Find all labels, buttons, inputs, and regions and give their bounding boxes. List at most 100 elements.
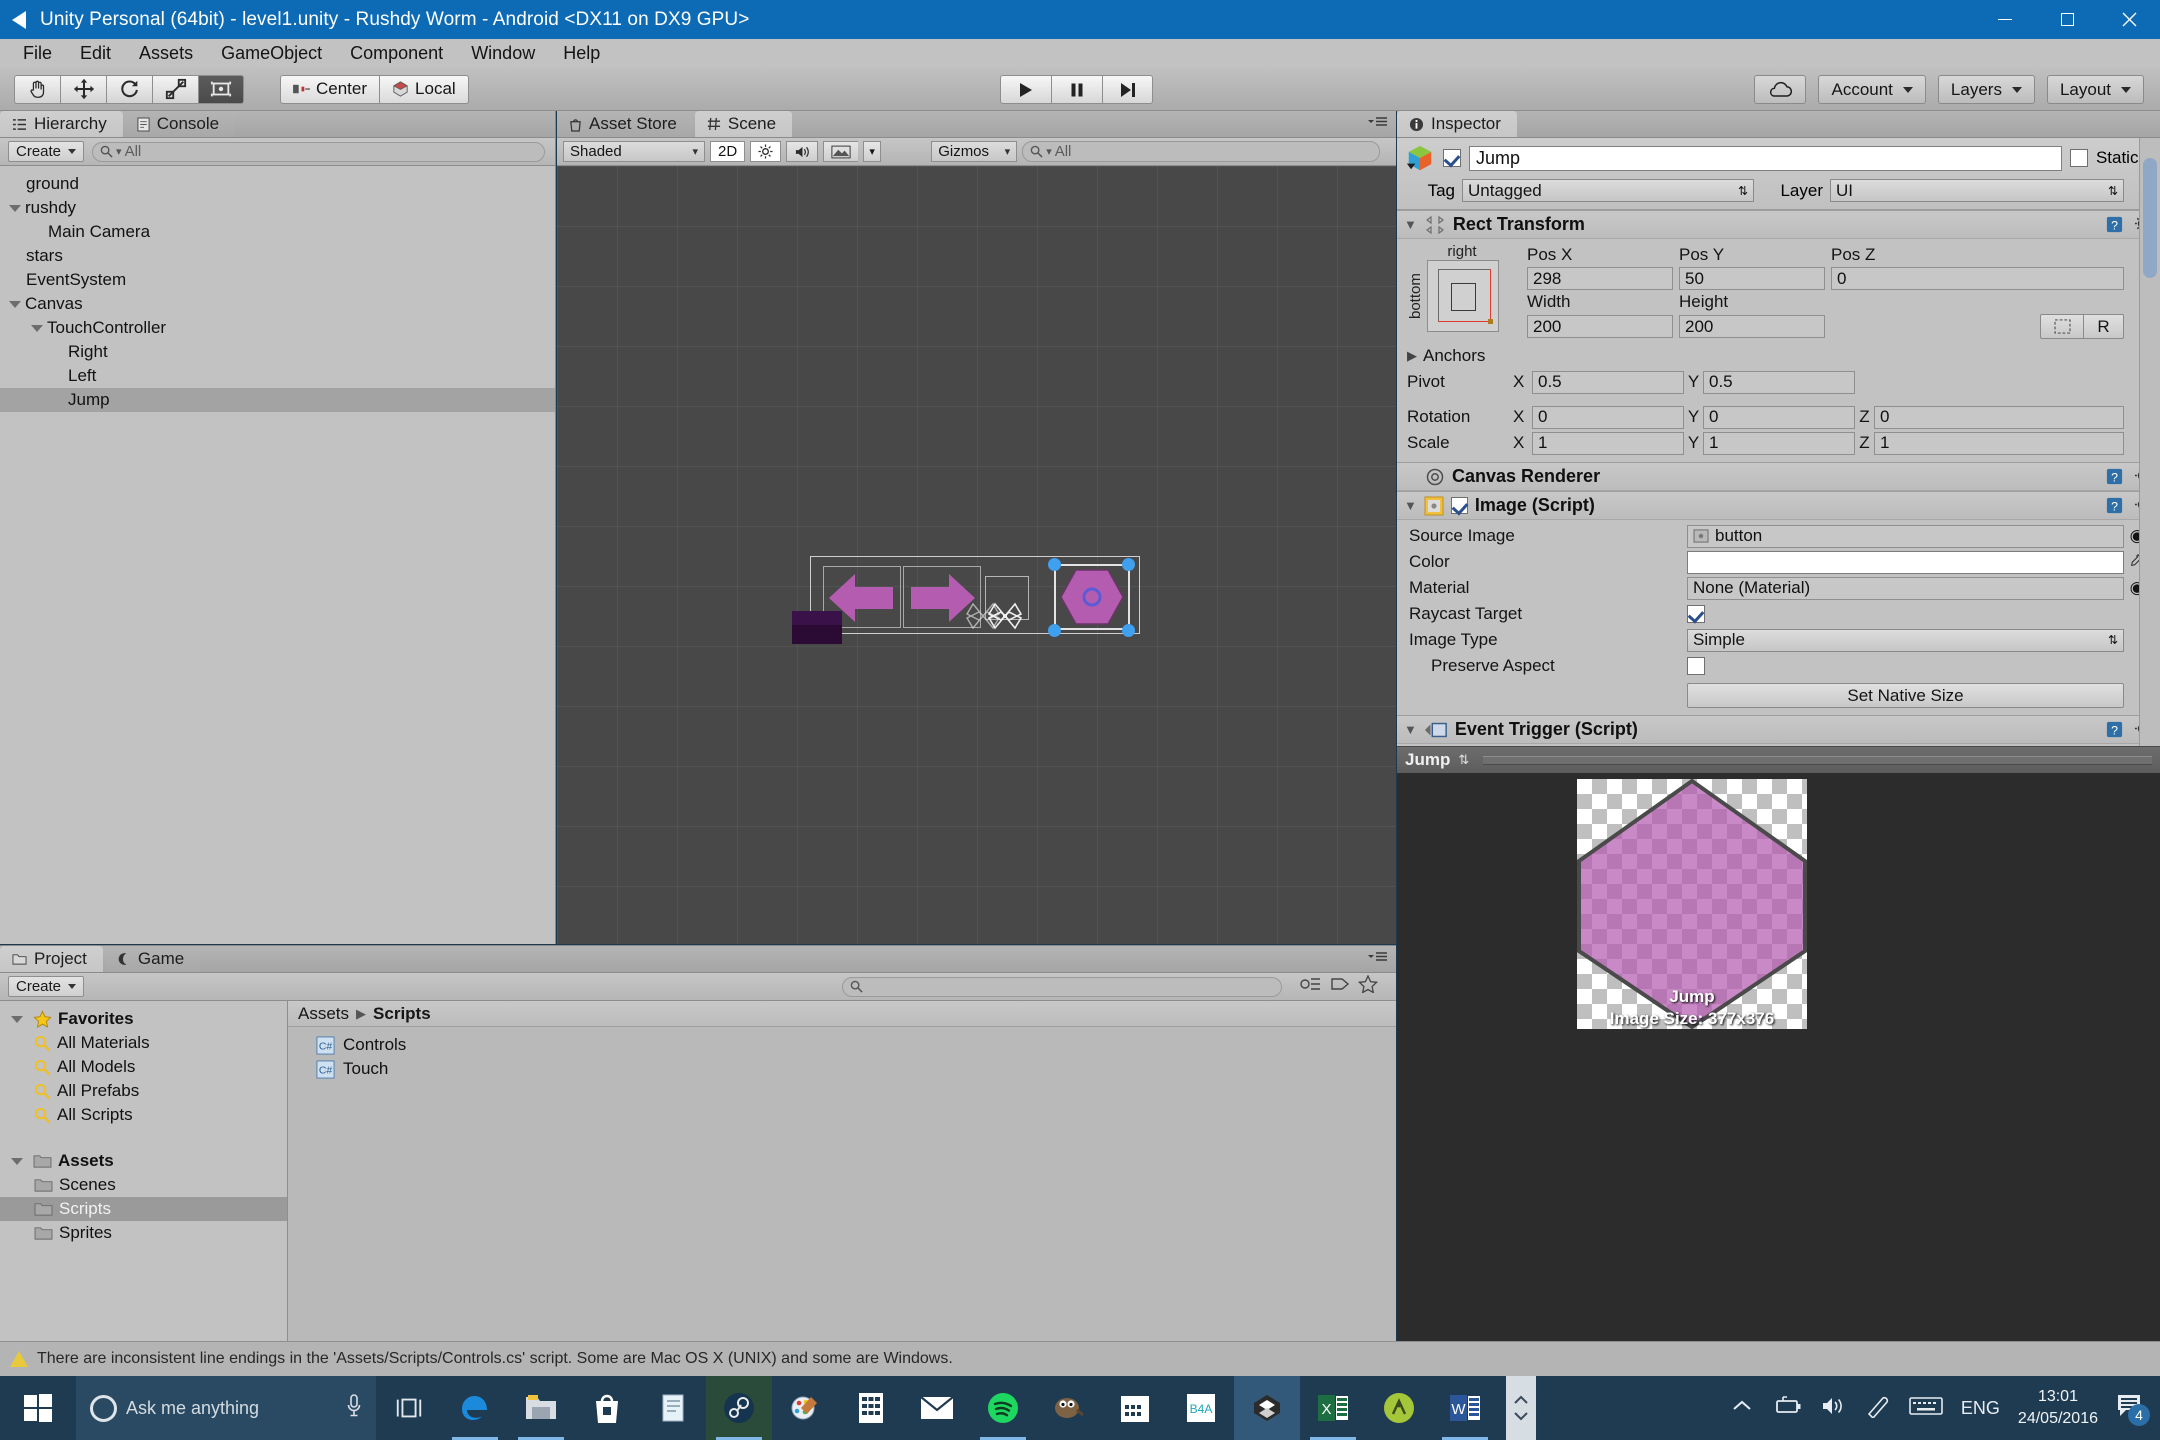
disclosure-triangle-icon[interactable]: ▼ xyxy=(1404,722,1417,737)
material-field[interactable]: None (Material) xyxy=(1687,577,2124,600)
layout-button[interactable]: Layout xyxy=(2047,75,2144,104)
layers-button[interactable]: Layers xyxy=(1938,75,2035,104)
project-file-touch[interactable]: C# Touch xyxy=(288,1057,1396,1081)
minimize-button[interactable] xyxy=(1974,0,2036,39)
pause-button[interactable] xyxy=(1051,75,1102,104)
image-enabled-checkbox[interactable] xyxy=(1451,497,1468,514)
inspector-scroll-thumb[interactable] xyxy=(2143,158,2157,278)
cloud-button[interactable] xyxy=(1754,75,1806,104)
project-folder-scripts[interactable]: Scripts xyxy=(0,1197,287,1221)
rect-transform-header[interactable]: ▼ Rect Transform ? xyxy=(1397,210,2160,239)
taskbar-app-calculator-icon[interactable] xyxy=(838,1376,904,1440)
help-icon[interactable]: ? xyxy=(2105,496,2124,515)
layer-dropdown[interactable]: UI ⇅ xyxy=(1830,179,2124,202)
hierarchy-item-canvas[interactable]: Canvas xyxy=(0,292,555,316)
space-mode-button[interactable]: Local xyxy=(379,75,469,104)
taskbar-app-paint-icon[interactable] xyxy=(772,1376,838,1440)
notification-center-button[interactable]: 4 xyxy=(2116,1393,2146,1424)
pivot-mode-button[interactable]: Center xyxy=(280,75,379,104)
taskbar-app-calendar-icon[interactable] xyxy=(1102,1376,1168,1440)
taskbar-overflow-scroller[interactable] xyxy=(1506,1376,1536,1440)
scale-z-input[interactable]: 1 xyxy=(1874,432,2124,455)
taskbar-app-store-icon[interactable] xyxy=(574,1376,640,1440)
rotation-z-input[interactable]: 0 xyxy=(1874,406,2124,429)
handle-tr[interactable] xyxy=(1122,558,1135,571)
inspector-scrollbar[interactable] xyxy=(2139,138,2160,746)
disclosure-triangle-icon[interactable] xyxy=(10,1154,24,1168)
scene-viewport[interactable] xyxy=(557,166,1396,944)
canvas-renderer-header[interactable]: Canvas Renderer ? xyxy=(1397,462,2160,491)
rotate-tool-button[interactable] xyxy=(106,75,152,104)
maximize-button[interactable] xyxy=(2036,0,2098,39)
image-script-header[interactable]: ▼ Image (Script) ? xyxy=(1397,491,2160,520)
scale-y-input[interactable]: 1 xyxy=(1703,432,1855,455)
handle-br[interactable] xyxy=(1122,624,1135,637)
hierarchy-item-main-camera[interactable]: Main Camera xyxy=(0,220,555,244)
pos-y-input[interactable]: 50 xyxy=(1679,267,1825,290)
filter-by-type-icon[interactable] xyxy=(1300,975,1322,998)
breadcrumb-scripts[interactable]: Scripts xyxy=(373,1004,431,1024)
show-hidden-icons-button[interactable] xyxy=(1731,1399,1753,1418)
rect-tool-button[interactable] xyxy=(198,75,244,104)
project-create-button[interactable]: Create xyxy=(8,976,84,997)
preview-dropdown-icon[interactable]: ⇅ xyxy=(1458,752,1469,768)
image-type-dropdown[interactable]: Simple ⇅ xyxy=(1687,629,2124,652)
pivot-y-input[interactable]: 0.5 xyxy=(1703,371,1855,394)
hierarchy-item-touchcontroller[interactable]: TouchController xyxy=(0,316,555,340)
object-name-input[interactable]: Jump xyxy=(1469,146,2062,171)
scale-tool-button[interactable] xyxy=(152,75,198,104)
taskbar-app-unity-icon[interactable] xyxy=(1234,1376,1300,1440)
pen-icon[interactable] xyxy=(1865,1394,1891,1423)
project-favorite-all-materials[interactable]: All Materials xyxy=(0,1031,287,1055)
disclosure-triangle-icon[interactable] xyxy=(10,1012,24,1026)
cortana-search-box[interactable]: Ask me anything xyxy=(76,1376,376,1440)
hierarchy-item-stars[interactable]: stars xyxy=(0,244,555,268)
source-image-field[interactable]: button xyxy=(1687,525,2124,548)
hierarchy-item-eventsystem[interactable]: EventSystem xyxy=(0,268,555,292)
project-favorite-all-scripts[interactable]: All Scripts xyxy=(0,1103,287,1127)
account-button[interactable]: Account xyxy=(1818,75,1925,104)
task-view-button[interactable] xyxy=(376,1376,442,1440)
hierarchy-search-input[interactable]: ▾ All xyxy=(92,142,545,162)
event-trigger-header[interactable]: ▼ Event Trigger (Script) ? xyxy=(1397,715,2160,744)
disclosure-triangle-icon[interactable]: ▶ xyxy=(1407,348,1417,364)
scene-effects-dropdown[interactable]: ▾ xyxy=(863,141,881,162)
menu-help[interactable]: Help xyxy=(549,41,614,66)
tab-project[interactable]: Project xyxy=(0,946,103,972)
set-native-size-button[interactable]: Set Native Size xyxy=(1687,683,2124,708)
preserve-aspect-checkbox[interactable] xyxy=(1687,657,1705,675)
taskbar-app-word-icon[interactable]: W xyxy=(1432,1376,1498,1440)
battery-icon[interactable] xyxy=(1771,1396,1803,1421)
disclosure-triangle-icon[interactable] xyxy=(30,321,44,335)
tab-console[interactable]: Console xyxy=(125,111,235,137)
rotation-x-input[interactable]: 0 xyxy=(1532,406,1684,429)
blueprint-mode-button[interactable] xyxy=(2040,314,2084,339)
taskbar-app-notepad-icon[interactable] xyxy=(640,1376,706,1440)
taskbar-app-gimp-icon[interactable] xyxy=(1036,1376,1102,1440)
rotation-y-input[interactable]: 0 xyxy=(1703,406,1855,429)
taskbar-app-excel-icon[interactable]: X xyxy=(1300,1376,1366,1440)
scene-2d-toggle[interactable]: 2D xyxy=(710,141,745,162)
disclosure-triangle-icon[interactable]: ▼ xyxy=(1404,498,1417,513)
language-indicator[interactable]: ENG xyxy=(1961,1398,2000,1419)
menu-gameobject[interactable]: GameObject xyxy=(207,41,336,66)
object-enabled-checkbox[interactable] xyxy=(1443,149,1461,167)
hierarchy-create-button[interactable]: Create xyxy=(8,141,84,162)
menu-assets[interactable]: Assets xyxy=(125,41,207,66)
hierarchy-item-right[interactable]: Right xyxy=(0,340,555,364)
hand-tool-button[interactable] xyxy=(14,75,60,104)
scene-shading-dropdown[interactable]: Shaded ▾ xyxy=(563,141,705,162)
tab-inspector[interactable]: Inspector xyxy=(1397,111,1517,137)
project-assets-group[interactable]: Assets xyxy=(0,1149,287,1173)
project-folder-sprites[interactable]: Sprites xyxy=(0,1221,287,1245)
project-file-controls[interactable]: C# Controls xyxy=(288,1033,1396,1057)
scene-audio-toggle[interactable] xyxy=(786,141,818,162)
filter-by-label-icon[interactable] xyxy=(1330,975,1350,998)
scene-lighting-toggle[interactable] xyxy=(750,141,781,162)
pos-z-input[interactable]: 0 xyxy=(1831,267,2124,290)
tab-scene[interactable]: Scene xyxy=(695,111,792,137)
raw-edit-mode-button[interactable]: R xyxy=(2084,314,2124,339)
status-bar[interactable]: There are inconsistent line endings in t… xyxy=(0,1341,2160,1376)
project-favorite-all-models[interactable]: All Models xyxy=(0,1055,287,1079)
scene-gizmos-dropdown[interactable]: Gizmos ▾ xyxy=(931,141,1017,162)
